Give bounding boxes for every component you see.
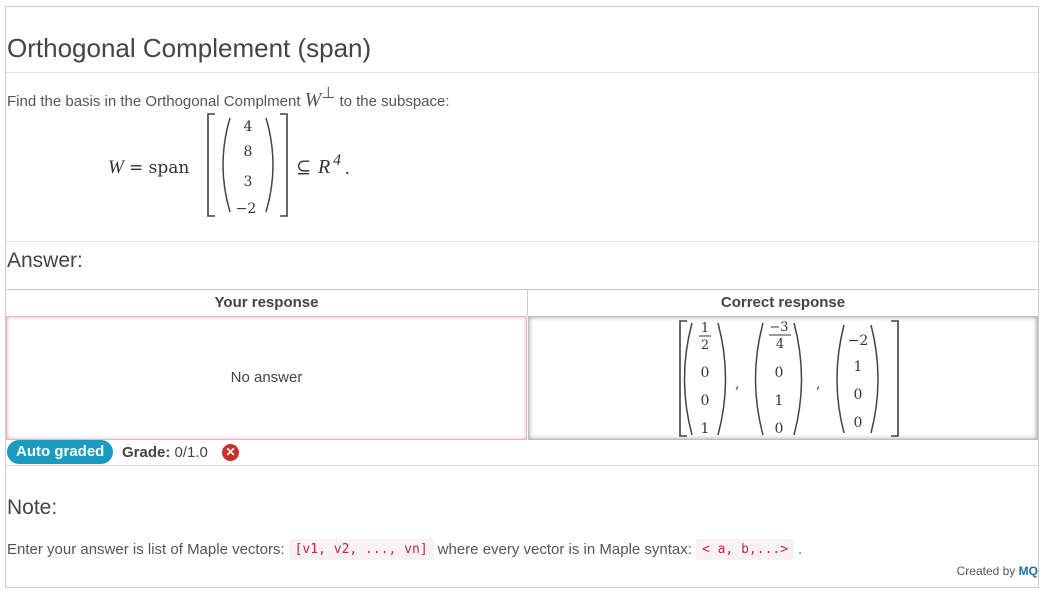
description-text: Find the basis in the Orthogonal Complme…	[7, 93, 301, 110]
question-description: Find the basis in the Orthogonal Complme…	[7, 85, 450, 112]
eq-span: = span	[129, 158, 189, 178]
eq-vector-entry: −2	[236, 201, 257, 217]
your-response-header: Your response	[214, 294, 319, 311]
vec2-entry: 0	[775, 365, 784, 381]
vec1-denominator: 2	[701, 338, 709, 353]
correct-basis-display: 1 2 0 0 1 , −3 4 0 1 0 , −2 1 0 0	[679, 320, 899, 437]
vec2-entry: 1	[775, 393, 784, 409]
auto-graded-badge: Auto graded	[7, 440, 114, 464]
credit-prefix: Created by	[956, 564, 1016, 578]
eq-right-paren	[265, 117, 274, 213]
vector-comma: ,	[735, 376, 739, 392]
eq-period: .	[345, 158, 350, 178]
grade-label: Grade:	[122, 444, 171, 461]
eq-left-bracket	[207, 113, 215, 217]
eq-vector-entry: 4	[244, 119, 253, 135]
note-text: Enter your answer is list of Maple vecto…	[7, 539, 802, 560]
note-text-middle: where every vector is in Maple syntax:	[437, 541, 692, 558]
equation-divider	[6, 241, 1038, 242]
no-answer-text: No answer	[230, 369, 303, 386]
vec3-entry: 0	[854, 387, 863, 403]
correct-response-header: Correct response	[720, 294, 846, 311]
vec1-entry: 0	[701, 365, 710, 381]
credit-brand-link[interactable]: MQ	[1019, 564, 1038, 578]
vec2-numerator: −3	[769, 320, 788, 335]
grade-value: 0/1.0	[174, 444, 208, 461]
eq-right-bracket	[280, 113, 288, 217]
basis-right-bracket	[891, 320, 899, 437]
vec1-right-paren	[717, 322, 727, 436]
vec1-numerator: 1	[701, 321, 709, 336]
note-text-end: .	[798, 541, 803, 558]
vec1-entry: 0	[701, 393, 710, 409]
eq-vector-entry: 3	[244, 174, 253, 190]
note-code-list: [v1, v2, ..., vn]	[288, 539, 434, 560]
title-divider	[6, 72, 1038, 73]
eq-subset: ⊆	[296, 157, 311, 178]
vec3-entry: −2	[848, 333, 869, 349]
vec2-entry: 0	[775, 421, 784, 437]
eq-lhs: W	[108, 157, 126, 178]
vec2-denominator: 4	[776, 337, 784, 352]
vec3-right-paren	[870, 324, 879, 434]
vec3-entry: 0	[854, 415, 863, 431]
answer-label: Answer:	[7, 249, 83, 272]
correct-response-cell: 1 2 0 0 1 , −3 4 0 1 0 , −2 1 0 0	[528, 316, 1038, 440]
vec2-left-paren	[754, 322, 764, 436]
description-tail: to the subspace:	[339, 93, 450, 110]
perp-symbol: ⊥	[321, 85, 336, 102]
note-code-vector: < a, b,...>	[695, 539, 795, 560]
your-response-cell: No answer	[6, 316, 527, 440]
eq-vector-entry: 8	[244, 144, 253, 160]
vec2-right-paren	[793, 322, 803, 436]
vec3-entry: 1	[854, 359, 863, 375]
span-equation: W = span 4 8 3 −2 ⊆ R 4 .	[108, 113, 350, 217]
vector-comma: ,	[816, 376, 820, 392]
note-section: Note: Enter your answer is list of Maple…	[6, 465, 1038, 588]
eq-left-paren	[222, 117, 231, 213]
eq-space-exponent: 4	[333, 152, 341, 169]
note-label: Note:	[7, 496, 58, 519]
grade-text: Grade: 0/1.0	[122, 444, 208, 461]
vec1-left-paren	[683, 322, 693, 436]
basis-left-bracket	[679, 320, 687, 437]
note-text-start: Enter your answer is list of Maple vecto…	[7, 541, 285, 558]
created-by-credit[interactable]: Created by MQ	[957, 564, 1038, 578]
response-table-top	[6, 289, 1038, 290]
question-title: Orthogonal Complement (span)	[7, 33, 372, 63]
vec1-entry: 1	[701, 421, 710, 437]
vec3-left-paren	[836, 324, 845, 434]
eq-space: R	[317, 156, 330, 178]
w-symbol: W	[304, 89, 322, 111]
x-circle-icon: ✕	[222, 444, 239, 461]
